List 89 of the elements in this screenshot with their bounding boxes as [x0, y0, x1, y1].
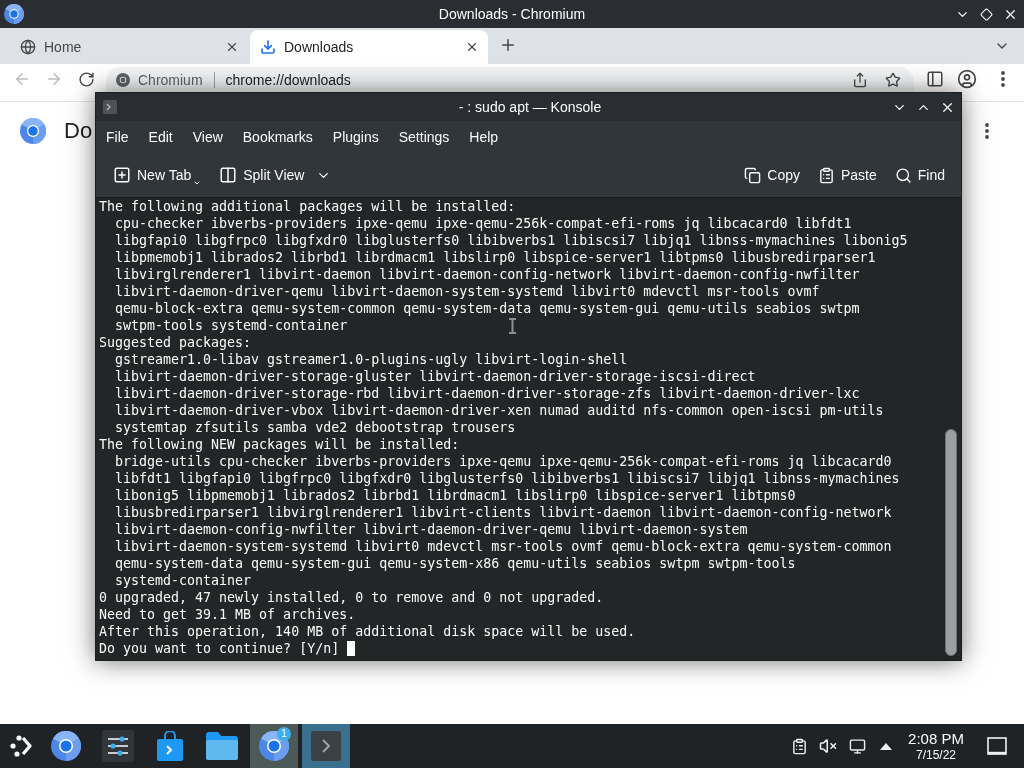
globe-icon	[20, 39, 36, 55]
terminal-line: The following NEW packages will be installed:	[99, 436, 460, 453]
terminal-prompt: Do you want to continue? [Y/n]	[99, 640, 340, 657]
close-icon	[465, 40, 479, 54]
sliders-icon	[102, 730, 134, 762]
terminal-line: gstreamer1.0-libav gstreamer1.0-plugins-ugly libvirt-login-shell	[115, 351, 628, 368]
terminal-line: systemd-container	[115, 572, 252, 589]
terminal-line: systemtap zfsutils samba vde2 debootstrap trousers	[115, 419, 516, 436]
terminal-line: swtpm-tools systemd-container	[115, 317, 348, 334]
split-view-icon	[219, 166, 238, 184]
clipboard-icon	[790, 737, 808, 755]
terminal-line: libusbredirparser1 libvirglrenderer1 libvirt-clients libvirt-daemon libvirt-daemon-config-network	[115, 504, 892, 521]
window-title: Downloads - Chromium	[438, 6, 586, 22]
more-menu-icon	[985, 123, 989, 139]
site-chip-label: Chromium	[138, 72, 203, 88]
download-icon	[260, 39, 276, 55]
terminal-line: libvirt-daemon-driver-storage-rbd libvirt-daemon-driver-storage-zfs libvirt-daemon-driver-lxc	[115, 385, 860, 402]
i-beam-pointer-icon	[509, 318, 516, 334]
terminal-line: qemu-block-extra qemu-system-common qemu-system-data qemu-system-gui qemu-utils seabios swtpm	[115, 300, 860, 317]
menu-item[interactable]: Plugins	[327, 125, 384, 149]
menu-item[interactable]: Bookmarks	[237, 125, 318, 149]
terminal-line: libvirt-daemon-driver-vbox libvirt-daemon-driver-xen numad auditd nfs-common open-iscsi pm-utils	[115, 402, 884, 419]
star-icon	[885, 72, 901, 88]
reload-icon	[77, 70, 95, 88]
terminal-line: libgfapi0 libgfrpc0 libgfxdr0 libglusterfs0 libibverbs1 libiscsi7 libjq1 libnss-mymachines libonig5	[115, 232, 908, 249]
menu-item[interactable]: View	[187, 125, 228, 149]
search-icon	[894, 166, 912, 184]
new-tab-icon	[113, 166, 131, 184]
folder-icon	[206, 732, 238, 760]
terminal-line: libonig5 libpmemobj1 librados2 librbd1 librdmacm1 libslirp0 libspice-server1 libtpms0	[115, 487, 796, 504]
side-panel-icon	[926, 70, 944, 88]
terminal-line: 0 upgraded, 47 newly installed, 0 to remove and 0 not upgraded.	[99, 589, 604, 606]
terminal-line: libvirt-daemon-driver-qemu libvirt-daemon-system-systemd libvirt0 mdevctl msr-tools ovmf	[115, 283, 820, 300]
terminal-line: libfdt1 libgfapi0 libgfrpc0 libgfxdr0 libglusterfs0 libibverbs1 libiscsi7 libjq1 libnss-mymachines	[115, 470, 900, 487]
chromium-logo-icon	[4, 4, 24, 24]
menu-item[interactable]: Settings	[393, 125, 455, 149]
avatar-icon	[957, 69, 977, 89]
terminal-line: After this operation, 140 MB of additional disk space will be used.	[99, 623, 636, 640]
split-view-button[interactable]: Split View	[213, 159, 338, 191]
chromium-logo-icon	[20, 118, 46, 144]
show-desktop-button[interactable]	[985, 734, 1009, 758]
monitor-icon	[848, 737, 866, 755]
terminal-line: libvirt-daemon-driver-storage-gluster libvirt-daemon-driver-storage-iscsi-direct	[115, 368, 756, 385]
copy-icon	[744, 166, 762, 184]
clock-time: 2:08 PM	[908, 730, 964, 748]
clock-date: 7/15/22	[915, 748, 956, 762]
caret-icon	[193, 179, 202, 187]
browser-tab[interactable]: Downloads	[250, 30, 488, 64]
terminal-line: libvirt-daemon-config-nwfilter libvirt-daemon-driver-qemu libvirt-daemon-system	[115, 521, 748, 538]
terminal-icon	[311, 731, 341, 761]
text-cursor	[347, 641, 356, 656]
scrollbar-thumb[interactable]	[945, 429, 957, 656]
terminal-line: cpu-checker ibverbs-providers ipxe-qemu ipxe-qemu-256k-compat-efi-roms jq libcacard0 libfdt1	[115, 215, 852, 232]
paste-icon	[817, 166, 835, 184]
address-bar[interactable]: Chromium chrome://downloads	[106, 67, 914, 91]
menu-item[interactable]: Edit	[143, 125, 178, 149]
new-tab-button[interactable]: New Tab	[107, 159, 208, 191]
copy-button[interactable]: Copy	[738, 159, 806, 191]
caret-up-icon	[880, 742, 892, 750]
desktop-icon	[987, 737, 1007, 755]
terminal-icon	[103, 100, 117, 114]
share-icon	[852, 72, 868, 88]
menu-item[interactable]: Help	[464, 125, 504, 149]
paste-button[interactable]: Paste	[811, 159, 883, 191]
diamond-icon	[979, 7, 993, 21]
menu-item[interactable]: File	[101, 125, 134, 149]
window-title: - : sudo apt — Konsole	[458, 99, 602, 115]
more-menu-icon	[1001, 71, 1005, 87]
forward-arrow-icon	[45, 70, 63, 88]
page-heading: Do	[64, 118, 93, 144]
terminal-line: bridge-utils cpu-checker ibverbs-providers ipxe-qemu ipxe-qemu-256k-compat-efi-roms jq libcacard0	[115, 453, 892, 470]
terminal-line: Need to get 39.1 MB of archives.	[99, 606, 356, 623]
terminal-line: The following additional packages will be installed:	[99, 198, 516, 215]
terminal-line: libvirglrenderer1 libvirt-daemon libvirt-daemon-config-network libvirt-daemon-config-nwfilter	[115, 266, 860, 283]
close-icon	[225, 40, 239, 54]
muted-speaker-icon	[819, 737, 837, 755]
browser-tab[interactable]: Home	[10, 30, 248, 64]
chromium-logo-icon	[116, 73, 130, 87]
terminal-line: libvirt-daemon-system-systemd libvirt0 mdevctl msr-tools ovmf qemu-block-extra qemu-system-common	[115, 538, 892, 555]
browser-icon	[51, 731, 81, 761]
find-button[interactable]: Find	[888, 159, 951, 191]
terminal-line: Suggested packages:	[99, 334, 252, 351]
url-text: chrome://downloads	[225, 72, 351, 88]
shopping-bag-icon	[157, 731, 183, 761]
app-launcher-icon	[9, 734, 33, 758]
notification-count: 1	[277, 727, 291, 741]
clock[interactable]: 2:08 PM 7/15/22	[905, 730, 967, 762]
terminal-line: libpmemobj1 librados2 librbd1 librdmacm1 libslirp0 libspice-server1 libtpms0 libusbredirparser1	[115, 249, 876, 266]
terminal-line: qemu-system-data qemu-system-gui qemu-system-x86 qemu-utils seabios swtpm swtpm-tools	[115, 555, 796, 572]
